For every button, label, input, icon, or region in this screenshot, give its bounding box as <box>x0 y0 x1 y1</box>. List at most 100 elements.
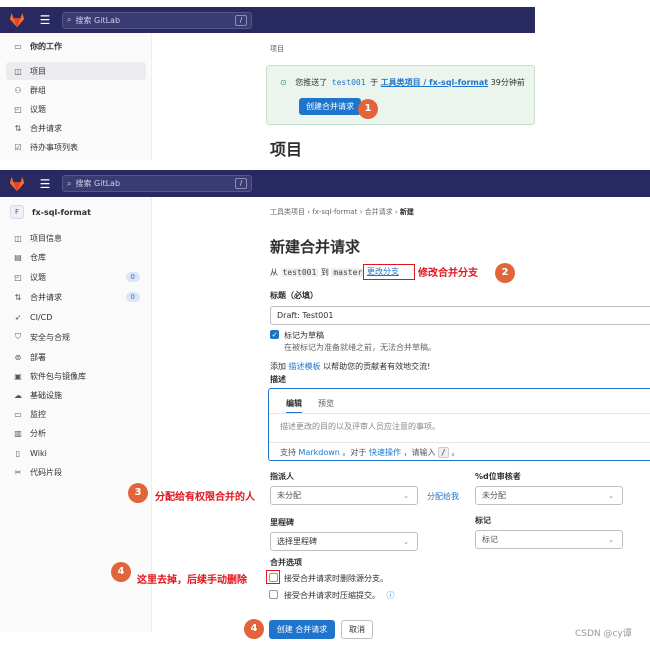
reviewer-label: %d位审核者 <box>475 472 521 481</box>
sidebar-item-label: 议题 <box>30 272 46 282</box>
create-merge-request-button[interactable]: 创建合并请求 <box>299 98 361 115</box>
sidebar-item-label: 分析 <box>30 428 46 438</box>
sidebar-item-book[interactable]: ▯ Wiki <box>6 444 146 462</box>
sidebar-item-issue[interactable]: ◰ 议题 0 <box>6 268 146 286</box>
search-shortcut: / <box>235 14 247 26</box>
breadcrumb-item[interactable]: fx-sql-format <box>312 208 357 216</box>
sidebar-item-label: 部署 <box>30 352 46 362</box>
merge-request-icon: ⇅ <box>14 123 22 133</box>
sidebar-item-groups[interactable]: ⚇ 群组 <box>6 81 146 99</box>
markdown-link[interactable]: Markdown <box>299 448 340 457</box>
page-title: 项目 <box>270 140 303 159</box>
search-placeholder: 搜索 GitLab <box>75 15 121 25</box>
sidebar-item-merge-requests[interactable]: ⇅ 合并请求 <box>6 119 146 137</box>
push-notice <box>266 65 535 125</box>
step-3-marker: 3 <box>128 483 148 503</box>
sidebar-item-repository[interactable]: ▤ 仓库 <box>6 248 146 266</box>
tab-divider <box>269 413 650 414</box>
search-input[interactable]: ⌕ 搜索 GitLab / <box>62 11 252 29</box>
gitlab-logo-icon[interactable] <box>8 176 26 192</box>
delete-source-branch-checkbox[interactable] <box>269 573 278 582</box>
delete-source-branch-label: 接受合并请求时删除源分支。 <box>284 574 388 583</box>
markdown-hint: 支持 Markdown 。对于 快速操作 ，请输入 / 。 <box>280 447 460 458</box>
sidebar-item-rocket[interactable]: ➶ CI/CD <box>6 308 146 326</box>
sidebar-item-cloud[interactable]: ☁ 基础设施 <box>6 386 146 404</box>
sidebar-item-monitor[interactable]: ▭ 监控 <box>6 405 146 423</box>
bottom-navbar: ☰ ⌕ 搜索 GitLab / <box>0 170 650 197</box>
editor-footer-divider <box>269 442 650 443</box>
sidebar-item-info[interactable]: ◫ 项目信息 <box>6 229 146 247</box>
draft-label: 标记为草稿 <box>284 331 324 340</box>
assignee-label: 指派人 <box>270 472 294 481</box>
help-icon[interactable]: ⓘ <box>387 591 395 600</box>
target-branch: master <box>331 268 365 277</box>
rocket-icon: ➶ <box>14 312 22 322</box>
title-input[interactable]: Draft: Test001 <box>270 306 650 325</box>
sidebar-item-issues[interactable]: ◰ 议题 <box>6 100 146 118</box>
sidebar-item-label: Wiki <box>30 448 47 458</box>
watermark: CSDN @cy谭 <box>575 629 632 639</box>
book-icon: ▯ <box>15 448 21 458</box>
cancel-button[interactable]: 取消 <box>341 620 373 639</box>
sidebar-item-label: 代码片段 <box>30 467 62 477</box>
pushed-branch: test001 <box>331 78 366 87</box>
sidebar-item-merge-request[interactable]: ⇅ 合并请求 0 <box>6 288 146 306</box>
quick-actions-link[interactable]: 快速操作 <box>369 448 401 457</box>
count-badge: 0 <box>125 292 140 302</box>
sidebar-item-snippet[interactable]: ✂ 代码片段 <box>6 463 146 481</box>
shield-icon: ⛉ <box>15 332 21 341</box>
labels-select[interactable]: 标记 ⌄ <box>475 530 623 549</box>
branch-info: 从 test001 到 master <box>270 268 365 277</box>
draft-checkbox[interactable]: ✓ <box>270 330 279 339</box>
search-shortcut: / <box>235 178 247 189</box>
description-template-link[interactable]: 描述模板 <box>289 362 321 371</box>
project-icon: ◫ <box>14 66 22 76</box>
chevron-down-icon: ⌄ <box>403 491 409 500</box>
search-icon: ⌕ <box>67 15 72 24</box>
quick-action-key: / <box>438 447 449 458</box>
deploy-icon: ⊚ <box>14 352 22 362</box>
tab-preview[interactable]: 预览 <box>318 398 334 409</box>
create-merge-request-submit-button[interactable]: 创建 合并请求 <box>269 620 335 639</box>
check-circle-icon: ⊙ <box>280 78 287 87</box>
step-4b-marker: 4 <box>244 619 264 639</box>
sidebar-item-label: 项目信息 <box>30 233 62 243</box>
gitlab-logo-icon[interactable] <box>8 12 26 28</box>
project-avatar: F <box>10 205 24 219</box>
menu-icon[interactable]: ☰ <box>38 13 52 27</box>
sidebar-item-todos[interactable]: ☑ 待办事项列表 <box>6 138 146 156</box>
squash-commits-checkbox[interactable] <box>269 590 278 599</box>
chevron-down-icon: ⌄ <box>608 535 614 544</box>
sidebar-item-label: 合并请求 <box>30 292 62 302</box>
chevron-down-icon: ⌄ <box>403 537 409 546</box>
sidebar-item-projects[interactable]: ◫ 项目 <box>6 62 146 80</box>
sidebar-item-chart[interactable]: ▥ 分析 <box>6 424 146 442</box>
project-header[interactable]: F fx-sql-format <box>10 205 91 219</box>
top-navbar: ☰ ⌕ 搜索 GitLab / <box>0 7 535 33</box>
reviewer-select[interactable]: 未分配 ⌄ <box>475 486 623 505</box>
count-badge: 0 <box>125 272 140 282</box>
sidebar-item-shield[interactable]: ⛉ 安全与合规 <box>6 328 146 346</box>
push-notice-text: ⊙ 您推送了 test001 于 工具类项目 / fx-sql-format 3… <box>280 78 525 87</box>
group-icon: ⚇ <box>14 85 22 95</box>
tab-edit[interactable]: 编辑 <box>286 398 302 414</box>
merge-options-label: 合并选项 <box>270 558 302 567</box>
milestone-select[interactable]: 选择里程碑 ⌄ <box>270 532 418 551</box>
change-branch-link[interactable]: 更改分支 <box>363 264 415 280</box>
breadcrumb-item[interactable]: 工具类项目 <box>270 208 305 216</box>
merge-request-icon: ⇅ <box>14 292 22 302</box>
project-link[interactable]: 工具类项目 / fx-sql-format <box>381 78 488 87</box>
description-textarea[interactable]: 描述更改的目的以及评审人员应注意的事项。 <box>280 421 640 435</box>
search-input[interactable]: ⌕ 搜索 GitLab / <box>62 175 252 192</box>
sidebar-item-package[interactable]: ▣ 软件包与镜像库 <box>6 367 146 385</box>
assignee-select[interactable]: 未分配 ⌄ <box>270 486 418 505</box>
squash-commits-label: 接受合并请求时压缩提交。 ⓘ <box>284 591 395 600</box>
sidebar-item-label: CI/CD <box>30 312 53 322</box>
sidebar-item-deploy[interactable]: ⊚ 部署 <box>6 348 146 366</box>
assign-to-me-link[interactable]: 分配给我 <box>427 491 459 502</box>
sidebar-item-label: 监控 <box>30 409 46 419</box>
menu-icon[interactable]: ☰ <box>38 177 52 191</box>
package-icon: ▣ <box>14 371 22 381</box>
breadcrumb: 项目 <box>270 45 284 53</box>
breadcrumb-item[interactable]: 合并请求 <box>365 208 393 216</box>
